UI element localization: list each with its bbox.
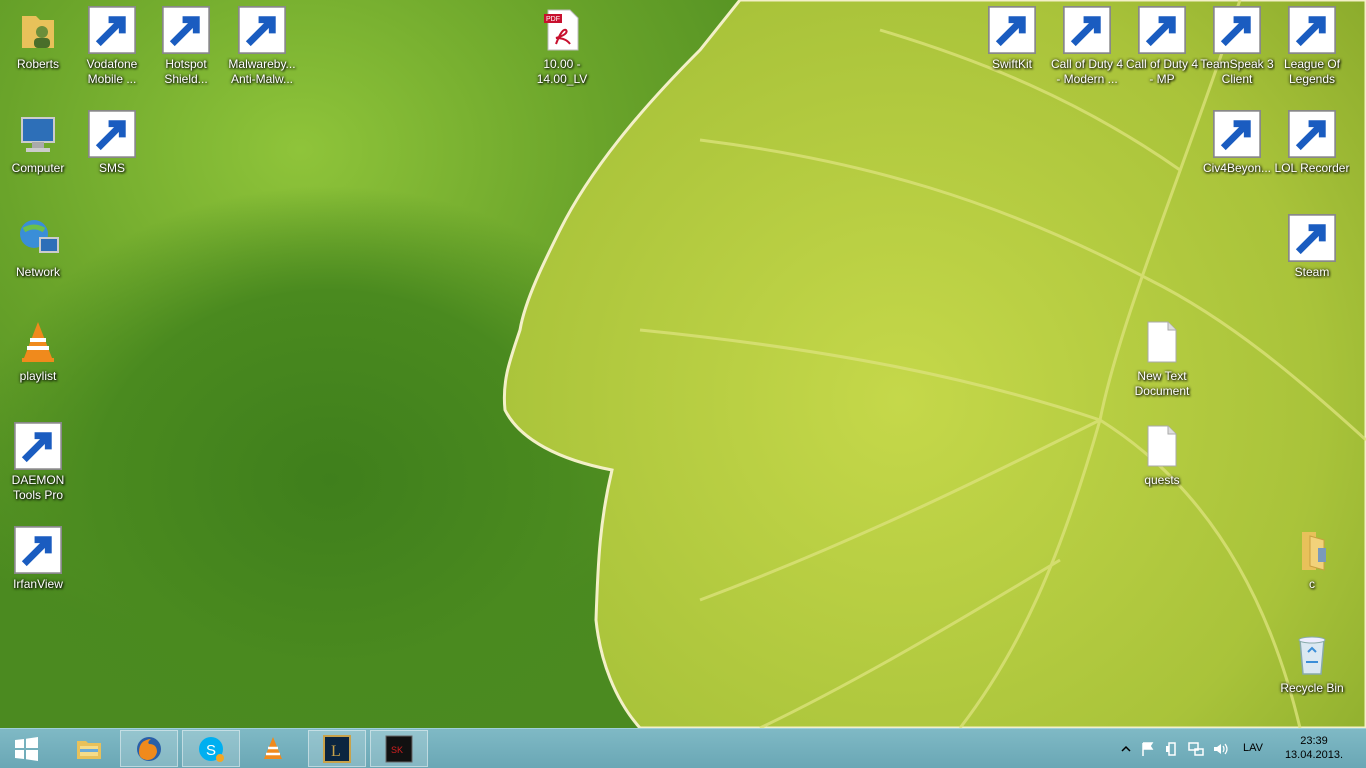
desktop-icon-computer[interactable]: Computer: [0, 104, 76, 204]
firefox-icon: [137, 736, 161, 761]
svg-text:S: S: [206, 742, 216, 759]
desktop-icon-league-of-legends[interactable]: L League Of Legends: [1274, 0, 1350, 100]
shortcut-arrow-icon: [88, 110, 136, 158]
taskbar-league-of-legends[interactable]: L: [308, 730, 366, 767]
shortcut-arrow-icon: [14, 526, 62, 574]
cod4-mp-icon: 4: [1138, 6, 1186, 54]
network-icon[interactable]: [1188, 741, 1204, 757]
desktop-icon-daemon-tools[interactable]: DAEMON Tools Pro: [0, 416, 76, 516]
pdf-file-icon: PDF: [538, 6, 586, 54]
recycle-bin-icon: [1288, 630, 1336, 678]
desktop[interactable]: Roberts Computer Network playlist DAEMON…: [0, 0, 1366, 728]
svg-text:PDF: PDF: [546, 16, 560, 23]
sms-icon: [88, 110, 136, 158]
desktop-icon-vodafone[interactable]: Vodafone Mobile ...: [74, 0, 150, 100]
desktop-icon-roberts[interactable]: Roberts: [0, 0, 76, 100]
start-button-icon: [15, 736, 38, 761]
taskbar: S L SK LAV 23:39 13.04.2013.: [0, 728, 1366, 768]
folder-icon: [1288, 526, 1336, 574]
shortcut-arrow-icon: [14, 422, 62, 470]
league-of-legends-icon: L: [323, 734, 351, 763]
shortcut-arrow-icon: [1288, 214, 1336, 262]
desktop-icon-quests[interactable]: quests: [1124, 416, 1200, 516]
shortcut-arrow-icon: [1138, 6, 1186, 54]
steam-icon: [1288, 214, 1336, 262]
vlc-playlist-icon: [14, 318, 62, 366]
shortcut-arrow-icon: [1063, 6, 1111, 54]
desktop-icon-cod4[interactable]: 4 Call of Duty 4 - Modern ...: [1049, 0, 1125, 100]
skype-icon: S: [199, 736, 224, 762]
svg-text:L: L: [331, 743, 341, 760]
user-folder-icon: [14, 6, 62, 54]
taskbar-swiftkit[interactable]: SK: [370, 730, 428, 767]
daemon-tools-icon: [14, 422, 62, 470]
civ4-icon: CIV: [1213, 110, 1261, 158]
swiftkit-icon: SK: [988, 6, 1036, 54]
vodafone-icon: [88, 6, 136, 54]
desktop-icon-teamspeak[interactable]: TeamSpeak 3 Client: [1199, 0, 1275, 100]
start-button[interactable]: [0, 730, 52, 767]
hotspot-shield-icon: [162, 6, 210, 54]
shortcut-arrow-icon: [1288, 110, 1336, 158]
desktop-icon-pdf-file[interactable]: PDF 10.00 - 14.00_LV: [524, 0, 600, 100]
shortcut-arrow-icon: [1288, 6, 1336, 54]
shortcut-arrow-icon: [88, 6, 136, 54]
shortcut-arrow-icon: [238, 6, 286, 54]
svg-text:SK: SK: [391, 745, 403, 755]
teamspeak-icon: [1213, 6, 1261, 54]
desktop-icon-cod4-mp[interactable]: 4 Call of Duty 4 - MP: [1124, 0, 1200, 100]
desktop-icon-malwarebytes[interactable]: Malwareby... Anti-Malw...: [224, 0, 300, 100]
file-explorer-icon: [77, 740, 101, 759]
cod4-icon: 4: [1063, 6, 1111, 54]
shortcut-arrow-icon: [162, 6, 210, 54]
taskbar-firefox[interactable]: [120, 730, 178, 767]
shortcut-arrow-icon: [988, 6, 1036, 54]
desktop-icon-hotspot-shield[interactable]: Hotspot Shield...: [148, 0, 224, 100]
show-hidden-icons-chevron[interactable]: [1118, 741, 1134, 757]
desktop-icon-swiftkit[interactable]: SK SwiftKit: [974, 0, 1050, 100]
desktop-icon-new-text-document[interactable]: New Text Document: [1124, 312, 1200, 412]
taskbar-file-explorer[interactable]: [60, 730, 118, 767]
desktop-icon-network[interactable]: Network: [0, 208, 76, 308]
desktop-icon-civ4[interactable]: CIV Civ4Beyon...: [1199, 104, 1275, 204]
power-icon[interactable]: [1164, 741, 1180, 757]
shortcut-arrow-icon: [1213, 6, 1261, 54]
desktop-icon-folder-c[interactable]: c: [1274, 520, 1350, 620]
volume-icon[interactable]: [1212, 741, 1228, 757]
desktop-icon-irfanview[interactable]: IrfanView: [0, 520, 76, 620]
swiftkit-icon: SK: [385, 735, 413, 762]
taskbar-skype[interactable]: S: [182, 730, 240, 767]
league-of-legends-icon: L: [1288, 6, 1336, 54]
lol-recorder-icon: L: [1288, 110, 1336, 158]
clock[interactable]: 23:39 13.04.2013.: [1282, 734, 1346, 762]
desktop-icon-steam[interactable]: Steam: [1274, 208, 1350, 308]
desktop-icon-sms[interactable]: SMS: [74, 104, 150, 204]
computer-icon: [14, 110, 62, 158]
desktop-icon-recycle-bin[interactable]: Recycle Bin: [1274, 624, 1350, 724]
network-icon: [14, 214, 62, 262]
vlc-icon: [264, 736, 282, 759]
text-document-icon: [1138, 422, 1186, 470]
desktop-icon-lol-recorder[interactable]: L LOL Recorder: [1274, 104, 1350, 204]
irfanview-icon: [14, 526, 62, 574]
input-language[interactable]: LAV: [1243, 742, 1263, 754]
clock-date: 13.04.2013.: [1284, 749, 1344, 761]
shortcut-arrow-icon: [1213, 110, 1261, 158]
malwarebytes-icon: [238, 6, 286, 54]
action-center-flag-icon[interactable]: [1140, 741, 1156, 757]
desktop-icon-playlist[interactable]: playlist: [0, 312, 76, 412]
taskbar-vlc[interactable]: [244, 730, 302, 767]
text-document-icon: [1138, 318, 1186, 366]
clock-time: 23:39: [1300, 735, 1328, 747]
